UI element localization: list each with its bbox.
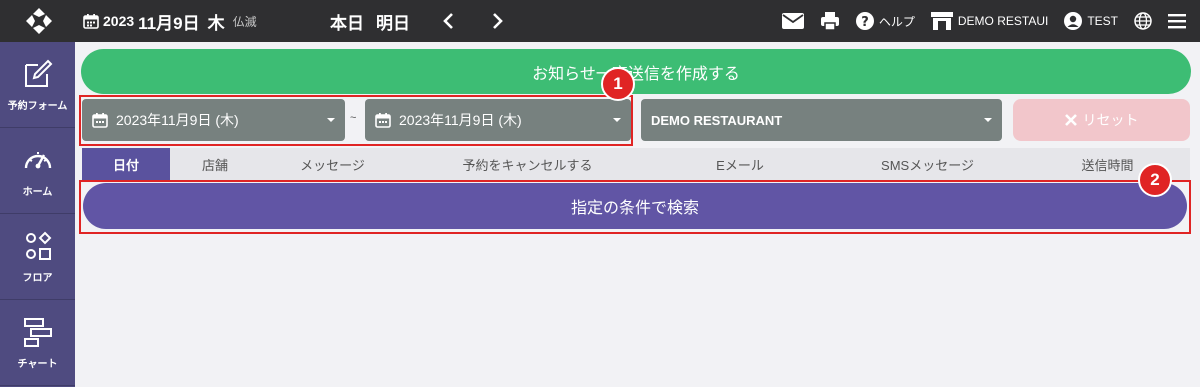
tomorrow-button[interactable]: 明日 bbox=[376, 9, 410, 34]
tab-store[interactable]: 店舗 bbox=[170, 148, 260, 180]
chart-icon bbox=[24, 318, 52, 347]
caret-down-icon bbox=[984, 118, 992, 122]
reset-label: リセット bbox=[1082, 112, 1139, 128]
gauge-icon bbox=[24, 152, 52, 169]
callout-badge-2: 2 bbox=[1138, 163, 1172, 197]
globe-icon[interactable] bbox=[1134, 12, 1152, 30]
date-navigation: 本日 明日 bbox=[330, 0, 504, 42]
sidebar-item-label: 予約フォーム bbox=[7, 101, 68, 112]
restaurant-select[interactable]: DEMO RESTAURANT bbox=[641, 99, 1002, 141]
tab-email[interactable]: Eメール bbox=[650, 148, 830, 180]
sidebar: 予約フォーム ホーム フロア チャート bbox=[0, 42, 75, 387]
close-icon bbox=[1064, 114, 1077, 126]
sidebar-item-reservation-form[interactable]: 予約フォーム bbox=[0, 42, 75, 128]
top-bar: 2023 11月9日 木 仏滅 本日 明日 ? ヘルプ DEMO RESTAUI… bbox=[0, 0, 1200, 42]
print-icon[interactable] bbox=[820, 11, 840, 31]
create-notice-button[interactable]: お知らせ一斉送信を作成する bbox=[81, 49, 1191, 94]
restaurant-select-value: DEMO RESTAURANT bbox=[651, 112, 783, 128]
date-month-day: 11月9日 bbox=[138, 13, 200, 33]
tab-sms-message[interactable]: SMSメッセージ bbox=[830, 148, 1025, 180]
help-label: ヘルプ bbox=[878, 14, 915, 29]
hamburger-menu-icon[interactable] bbox=[1168, 13, 1186, 29]
column-tabs: 日付 店舗 メッセージ 予約をキャンセルする Eメール SMSメッセージ 送信時… bbox=[82, 148, 1190, 180]
callout-box-1 bbox=[79, 95, 633, 146]
chevron-right-icon[interactable] bbox=[490, 12, 504, 30]
sidebar-item-home[interactable]: ホーム bbox=[0, 128, 75, 214]
user-menu[interactable]: TEST bbox=[1064, 12, 1118, 30]
sidebar-item-label: チャート bbox=[17, 359, 58, 370]
restaurant-label: DEMO RESTAUI bbox=[957, 14, 1049, 28]
tab-cancel-reservation[interactable]: 予約をキャンセルする bbox=[405, 148, 650, 180]
sidebar-item-label: ホーム bbox=[22, 187, 53, 198]
date-year: 2023 bbox=[103, 13, 135, 29]
store-icon bbox=[930, 12, 953, 30]
user-icon bbox=[1064, 12, 1083, 30]
user-label: TEST bbox=[1087, 14, 1118, 28]
callout-badge-1: 1 bbox=[601, 67, 635, 101]
calendar-icon bbox=[83, 14, 99, 29]
chevron-left-icon[interactable] bbox=[442, 12, 456, 30]
help-icon: ? bbox=[855, 12, 874, 30]
shapes-icon bbox=[26, 231, 52, 260]
restaurant-link[interactable]: DEMO RESTAUI bbox=[930, 12, 1049, 30]
tab-message[interactable]: メッセージ bbox=[260, 148, 405, 180]
sidebar-item-floor[interactable]: フロア bbox=[0, 214, 75, 300]
tab-date[interactable]: 日付 bbox=[82, 148, 170, 180]
svg-text:?: ? bbox=[861, 15, 869, 30]
mail-icon[interactable] bbox=[781, 13, 804, 29]
app-logo-icon[interactable] bbox=[24, 6, 54, 36]
sidebar-item-label: フロア bbox=[22, 273, 53, 284]
edit-icon bbox=[25, 59, 53, 87]
callout-box-2 bbox=[79, 180, 1191, 234]
today-button[interactable]: 本日 bbox=[330, 9, 364, 34]
toolbar: ? ヘルプ DEMO RESTAUI TEST bbox=[781, 0, 1186, 42]
reset-button[interactable]: リセット bbox=[1013, 99, 1190, 141]
current-date[interactable]: 2023 11月9日 木 仏滅 bbox=[83, 0, 257, 42]
date-rokuyo: 仏滅 bbox=[232, 14, 257, 29]
sidebar-item-chart[interactable]: チャート bbox=[0, 300, 75, 386]
date-weekday: 木 bbox=[207, 13, 225, 33]
help-link[interactable]: ? ヘルプ bbox=[855, 12, 915, 30]
